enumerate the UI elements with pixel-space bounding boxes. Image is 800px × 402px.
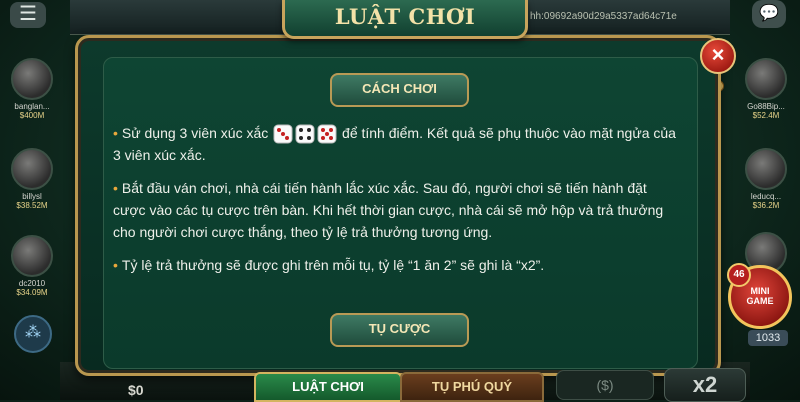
rules-text: • Sử dụng 3 viên xúc xắc để tính điểm. Kế… — [113, 122, 683, 287]
hamburger-icon: ☰ — [19, 3, 37, 25]
bullet-icon: • — [113, 180, 118, 197]
player-right-2[interactable]: leducq... $36.2M — [737, 148, 795, 210]
mini-game-label-2: GAME — [746, 296, 774, 306]
rule-text: Tỷ lệ trả thưởng sẽ được ghi trên mỗi tụ… — [121, 257, 545, 274]
rule-item: • Sử dụng 3 viên xúc xắc để tính điểm. Kế… — [113, 122, 683, 166]
dialog-title-plate: LUẬT CHƠI — [282, 0, 528, 39]
player-right-1[interactable]: Go88Bip... $52.4M — [737, 58, 795, 120]
avatar — [11, 235, 53, 277]
online-count: 1033 — [748, 330, 788, 346]
player-name: banglan... — [14, 102, 50, 111]
balance-display: $0 — [128, 382, 144, 398]
avatar — [745, 58, 787, 100]
player-money: $38.52M — [16, 201, 48, 210]
player-money: $36.2M — [752, 201, 780, 210]
chat-bubble-icon: 💬 — [759, 5, 779, 22]
avatar — [11, 148, 53, 190]
section-label: TỤ CƯỢC — [368, 321, 431, 336]
close-button[interactable]: × — [700, 38, 736, 74]
tab-label: LUẬT CHƠI — [292, 379, 364, 394]
menu-button[interactable]: ☰ — [10, 2, 46, 28]
tab-label: TỤ PHÚ QUÝ — [431, 379, 513, 394]
rule-item: • Bắt đầu ván chơi, nhà cái tiến hành lắc… — [113, 177, 683, 243]
dollar-button[interactable]: ($) — [556, 370, 654, 400]
session-id: hh:09692a90d29a5337ad64c71e — [530, 11, 677, 22]
dialog-title: LUẬT CHƠI — [334, 4, 476, 29]
chat-button[interactable]: 💬 — [752, 0, 786, 28]
player-name: dc2010 — [18, 279, 46, 288]
rule-text: Bắt đầu ván chơi, nhà cái tiến hành lắc … — [113, 180, 664, 241]
bullet-icon: • — [113, 257, 118, 274]
section-betting[interactable]: TỤ CƯỢC — [330, 313, 469, 347]
rule-item: • Tỷ lệ trả thưởng sẽ được ghi trên mỗi t… — [113, 254, 683, 276]
avatar — [11, 58, 53, 100]
section-how-to-play[interactable]: CÁCH CHƠI — [330, 73, 469, 107]
multiplier-label: x2 — [692, 372, 718, 397]
player-left-1[interactable]: banglan... $400M — [3, 58, 61, 120]
mini-game-label-1: MINI — [750, 286, 770, 296]
multiplier-button[interactable]: x2 — [664, 368, 746, 402]
share-button[interactable]: ⁂ — [14, 315, 52, 353]
close-icon: × — [711, 42, 725, 67]
player-name: Go88Bip... — [747, 102, 785, 111]
dice-icon — [317, 124, 337, 144]
player-money: $52.4M — [752, 111, 780, 120]
rule-text-before: Sử dụng 3 viên xúc xắc — [121, 125, 273, 141]
tab-rules[interactable]: LUẬT CHƠI — [254, 372, 402, 402]
player-name: leducq... — [750, 192, 782, 201]
tab-fortune[interactable]: TỤ PHÚ QUÝ — [400, 372, 544, 402]
player-left-2[interactable]: billysl $38.52M — [3, 148, 61, 210]
player-money: $400M — [19, 111, 45, 120]
bullet-icon: • — [113, 125, 118, 141]
dice-icon — [295, 124, 315, 144]
player-left-3[interactable]: dc2010 $34.09M — [3, 235, 61, 297]
share-icon: ⁂ — [25, 324, 41, 341]
dollar-label: ($) — [596, 377, 614, 393]
avatar — [745, 148, 787, 190]
dice-icon — [273, 124, 293, 144]
player-money: $34.09M — [16, 288, 48, 297]
notification-badge: 46 — [727, 263, 751, 287]
section-label: CÁCH CHƠI — [362, 81, 437, 96]
player-name: billysl — [22, 192, 42, 201]
